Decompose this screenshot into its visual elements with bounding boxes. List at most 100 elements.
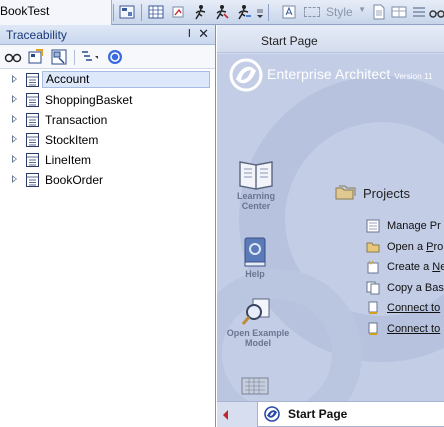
tree-item-label: BookOrder <box>45 173 104 187</box>
product-version: Version 11 <box>394 72 433 81</box>
manage-projects-icon <box>366 219 380 233</box>
class-icon <box>26 173 39 187</box>
list-icon[interactable] <box>410 3 428 21</box>
help-label: Help <box>245 269 265 279</box>
element-icon[interactable] <box>27 48 45 66</box>
open-folder-icon <box>366 242 380 253</box>
grid-icon[interactable] <box>147 3 165 21</box>
connect-icon <box>368 322 378 335</box>
tree-item-label: Account <box>42 71 210 88</box>
project-link-create[interactable]: Create a Ne <box>387 261 444 273</box>
magnifier-icon <box>241 298 270 325</box>
expand-arrow-icon[interactable] <box>12 75 17 83</box>
tree-item[interactable]: BookOrder <box>0 170 215 190</box>
tree-item-label: Transaction <box>45 113 108 127</box>
open-example-line1: Open Example <box>226 328 290 338</box>
expand-arrow-icon[interactable] <box>12 155 17 163</box>
style-combo-label: Style <box>326 5 353 19</box>
learning-center-tile[interactable]: Learning Center <box>231 158 281 211</box>
project-link-accel: N <box>432 261 441 273</box>
scroll-left-icon[interactable] <box>223 410 228 420</box>
learning-center-line1: Learning <box>236 191 275 201</box>
product-name: Enterprise Architect Version 11 <box>267 66 433 82</box>
book-icon <box>239 161 273 190</box>
product-name-text: Enterprise Architect <box>267 66 391 82</box>
project-link-text: Connect to <box>387 323 441 335</box>
expand-arrow-icon[interactable] <box>12 175 17 183</box>
learning-center-line2: Center <box>241 201 271 211</box>
help-tile[interactable]: Help <box>237 236 273 279</box>
projects-heading: Projects <box>363 186 410 201</box>
runner-icon[interactable] <box>191 3 209 21</box>
project-link-copy[interactable]: Copy a Bas <box>387 282 444 294</box>
traceability-tree: Account ShoppingBasket Transaction Stock… <box>0 69 215 190</box>
tab-label: Start Page <box>288 407 348 421</box>
project-link-text: Open a <box>387 241 427 253</box>
ea-logo-icon <box>264 406 280 422</box>
panel-toolbar <box>0 45 215 69</box>
project-link-rest: ro <box>433 241 444 253</box>
tree-item-label: ShoppingBasket <box>45 93 133 107</box>
class-icon <box>26 133 39 147</box>
expand-arrow-icon[interactable] <box>12 95 17 103</box>
open-example-model-tile[interactable]: Open Example Model <box>221 297 295 348</box>
folders-icon <box>335 185 356 200</box>
project-link-open[interactable]: Open a Pro <box>387 241 443 253</box>
project-link-text: Create a <box>387 261 433 273</box>
class-icon <box>26 93 39 107</box>
document-title: Start Page <box>261 34 318 48</box>
class-icon <box>26 113 39 127</box>
document-icon[interactable] <box>370 3 388 21</box>
levels-icon[interactable] <box>80 48 98 66</box>
ea-logo-icon <box>229 58 263 92</box>
project-title-cell: BookTest <box>0 0 112 25</box>
runner-blue-icon[interactable] <box>234 3 252 21</box>
class-icon <box>26 73 39 87</box>
start-page: Enterprise Architect Version 11 Learning … <box>217 54 444 401</box>
tab-start-page[interactable]: Start Page <box>257 402 444 427</box>
diagram-icon[interactable] <box>118 3 136 21</box>
tree-item[interactable]: StockItem <box>0 130 215 150</box>
help-book-icon <box>244 237 266 267</box>
expand-arrow-icon[interactable] <box>12 115 17 123</box>
new-project-icon <box>367 260 379 274</box>
binoculars-icon[interactable] <box>4 48 22 66</box>
open-example-line2: Model <box>245 338 271 348</box>
tree-item[interactable]: LineItem <box>0 150 215 170</box>
project-link-text: Copy a Bas <box>387 282 444 294</box>
project-link-connect[interactable]: Connect to <box>387 302 440 314</box>
project-link-text: Connect to <box>387 302 441 314</box>
document-area: Start Page Enterprise Architect Version 1… <box>217 25 444 427</box>
document-header: Start Page <box>217 25 444 53</box>
class-icon <box>26 153 39 167</box>
style-combo[interactable]: Style ▼ <box>304 3 366 21</box>
runner-red-icon[interactable] <box>212 3 230 21</box>
expand-arrow-icon[interactable] <box>12 135 17 143</box>
tree-item-label: StockItem <box>45 133 99 147</box>
traceability-panel: Traceability ⵏ ✕ Account ShoppingBasket … <box>0 25 216 427</box>
project-link-text: Manage Pr <box>387 220 441 232</box>
binoculars-icon[interactable] <box>428 3 444 21</box>
tree-item[interactable]: ShoppingBasket <box>0 90 215 110</box>
panel-title: Traceability <box>6 28 67 42</box>
project-link-connect[interactable]: Connect to <box>387 323 440 335</box>
tree-item[interactable]: Transaction <box>0 110 215 130</box>
filter-icon[interactable] <box>170 3 188 21</box>
locate-icon[interactable] <box>50 48 68 66</box>
tree-item-label: LineItem <box>45 153 92 167</box>
keyboard-icon[interactable] <box>241 376 269 396</box>
overflow-icon[interactable] <box>255 3 265 21</box>
project-link-manage[interactable]: Manage Pr <box>387 220 441 232</box>
close-icon[interactable]: ✕ <box>198 26 209 42</box>
project-title: BookTest <box>0 4 50 18</box>
project-link-rest: e <box>440 261 444 273</box>
pin-icon[interactable]: ⵏ <box>188 27 191 40</box>
panel-caption: Traceability ⵏ ✕ <box>0 25 215 45</box>
font-icon[interactable] <box>280 3 298 21</box>
tree-item[interactable]: Account <box>0 70 215 90</box>
help-icon[interactable] <box>106 48 124 66</box>
document-tab-bar: Start Page <box>217 401 444 427</box>
table-icon[interactable] <box>390 3 408 21</box>
connect-icon <box>368 301 378 314</box>
copy-icon <box>366 281 380 295</box>
